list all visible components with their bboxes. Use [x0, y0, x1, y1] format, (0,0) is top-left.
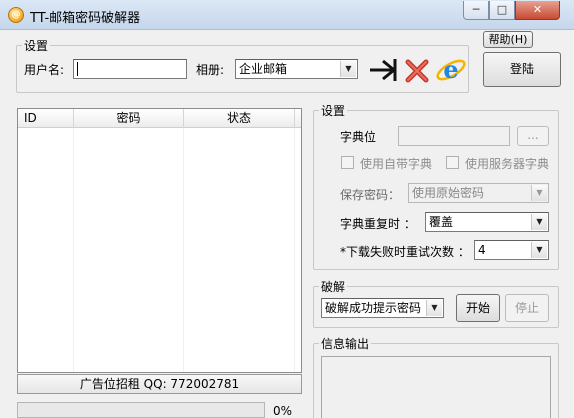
red-x-icon[interactable]	[403, 57, 431, 85]
retry-count-label: *下载失败时重试次数 ：	[340, 245, 470, 259]
column-header-password[interactable]: 密码	[74, 109, 184, 128]
login-button[interactable]: 登陆	[483, 52, 561, 87]
album-select[interactable]: 企业邮箱 ▼	[235, 59, 358, 79]
dict-repeat-label: 字典重复时 ：	[340, 217, 416, 231]
ad-status-bar: 广告位招租 QQ: 772002781	[17, 374, 302, 394]
text-caret	[77, 62, 78, 76]
output-group-title: 信息输出	[319, 335, 372, 352]
chevron-down-icon[interactable]: ▼	[531, 185, 547, 201]
dictionary-path-input[interactable]	[398, 126, 510, 146]
dictionary-group-title: 设置	[319, 102, 348, 119]
chevron-down-icon[interactable]: ▼	[531, 242, 547, 258]
album-label: 相册:	[196, 63, 225, 77]
column-header-id[interactable]: ID	[18, 109, 74, 128]
server-dictionary-label: 使用服务器字典	[465, 157, 550, 171]
dict-repeat-select[interactable]: 覆盖 ▼	[425, 212, 549, 232]
username-label: 用户名:	[24, 63, 65, 77]
main-window: @ TT-邮箱密码破解器 ─ □ ✕ 设置 用户名: 相册: 企业邮箱 ▼ e …	[0, 0, 574, 418]
builtin-dictionary-label: 使用自带字典	[360, 157, 433, 171]
builtin-dictionary-checkbox[interactable]	[341, 156, 354, 169]
app-icon: @	[8, 7, 24, 23]
save-password-select[interactable]: 使用原始密码 ▼	[408, 183, 549, 203]
maximize-button[interactable]: □	[489, 1, 515, 20]
start-button[interactable]: 开始	[456, 294, 500, 322]
column-divider	[73, 128, 74, 372]
help-button[interactable]: 帮助(H)	[483, 31, 533, 48]
window-title: TT-邮箱密码破解器	[30, 11, 141, 26]
login-group-title: 设置	[22, 37, 51, 54]
close-button[interactable]: ✕	[515, 1, 560, 20]
server-dictionary-checkbox[interactable]	[446, 156, 459, 169]
column-header-status[interactable]: 状态	[184, 109, 295, 128]
column-divider	[294, 128, 295, 372]
svg-text:e: e	[443, 55, 458, 84]
browse-button[interactable]: ...	[517, 126, 549, 146]
progress-percent: 0%	[273, 404, 293, 418]
chevron-down-icon[interactable]: ▼	[426, 300, 442, 316]
ie-browser-icon[interactable]: e	[435, 54, 467, 86]
column-divider	[183, 128, 184, 372]
stop-button[interactable]: 停止	[505, 294, 549, 322]
arrow-right-icon[interactable]	[368, 56, 398, 84]
progress-bar	[17, 402, 265, 418]
chevron-down-icon[interactable]: ▼	[340, 61, 356, 77]
title-bar[interactable]: @ TT-邮箱密码破解器 ─ □ ✕	[0, 0, 574, 30]
save-password-label: 保存密码：	[340, 188, 401, 202]
username-input[interactable]	[73, 59, 187, 79]
minimize-button[interactable]: ─	[463, 1, 489, 20]
password-list[interactable]: ID 密码 状态	[17, 108, 302, 373]
crack-group-title: 破解	[319, 278, 348, 295]
dictionary-label: 字典位	[340, 130, 377, 144]
output-log[interactable]	[321, 356, 551, 418]
crack-mode-select[interactable]: 破解成功提示密码 ▼	[321, 298, 444, 318]
chevron-down-icon[interactable]: ▼	[531, 214, 547, 230]
retry-count-select[interactable]: 4 ▼	[474, 240, 549, 260]
list-header: ID 密码 状态	[18, 109, 301, 128]
